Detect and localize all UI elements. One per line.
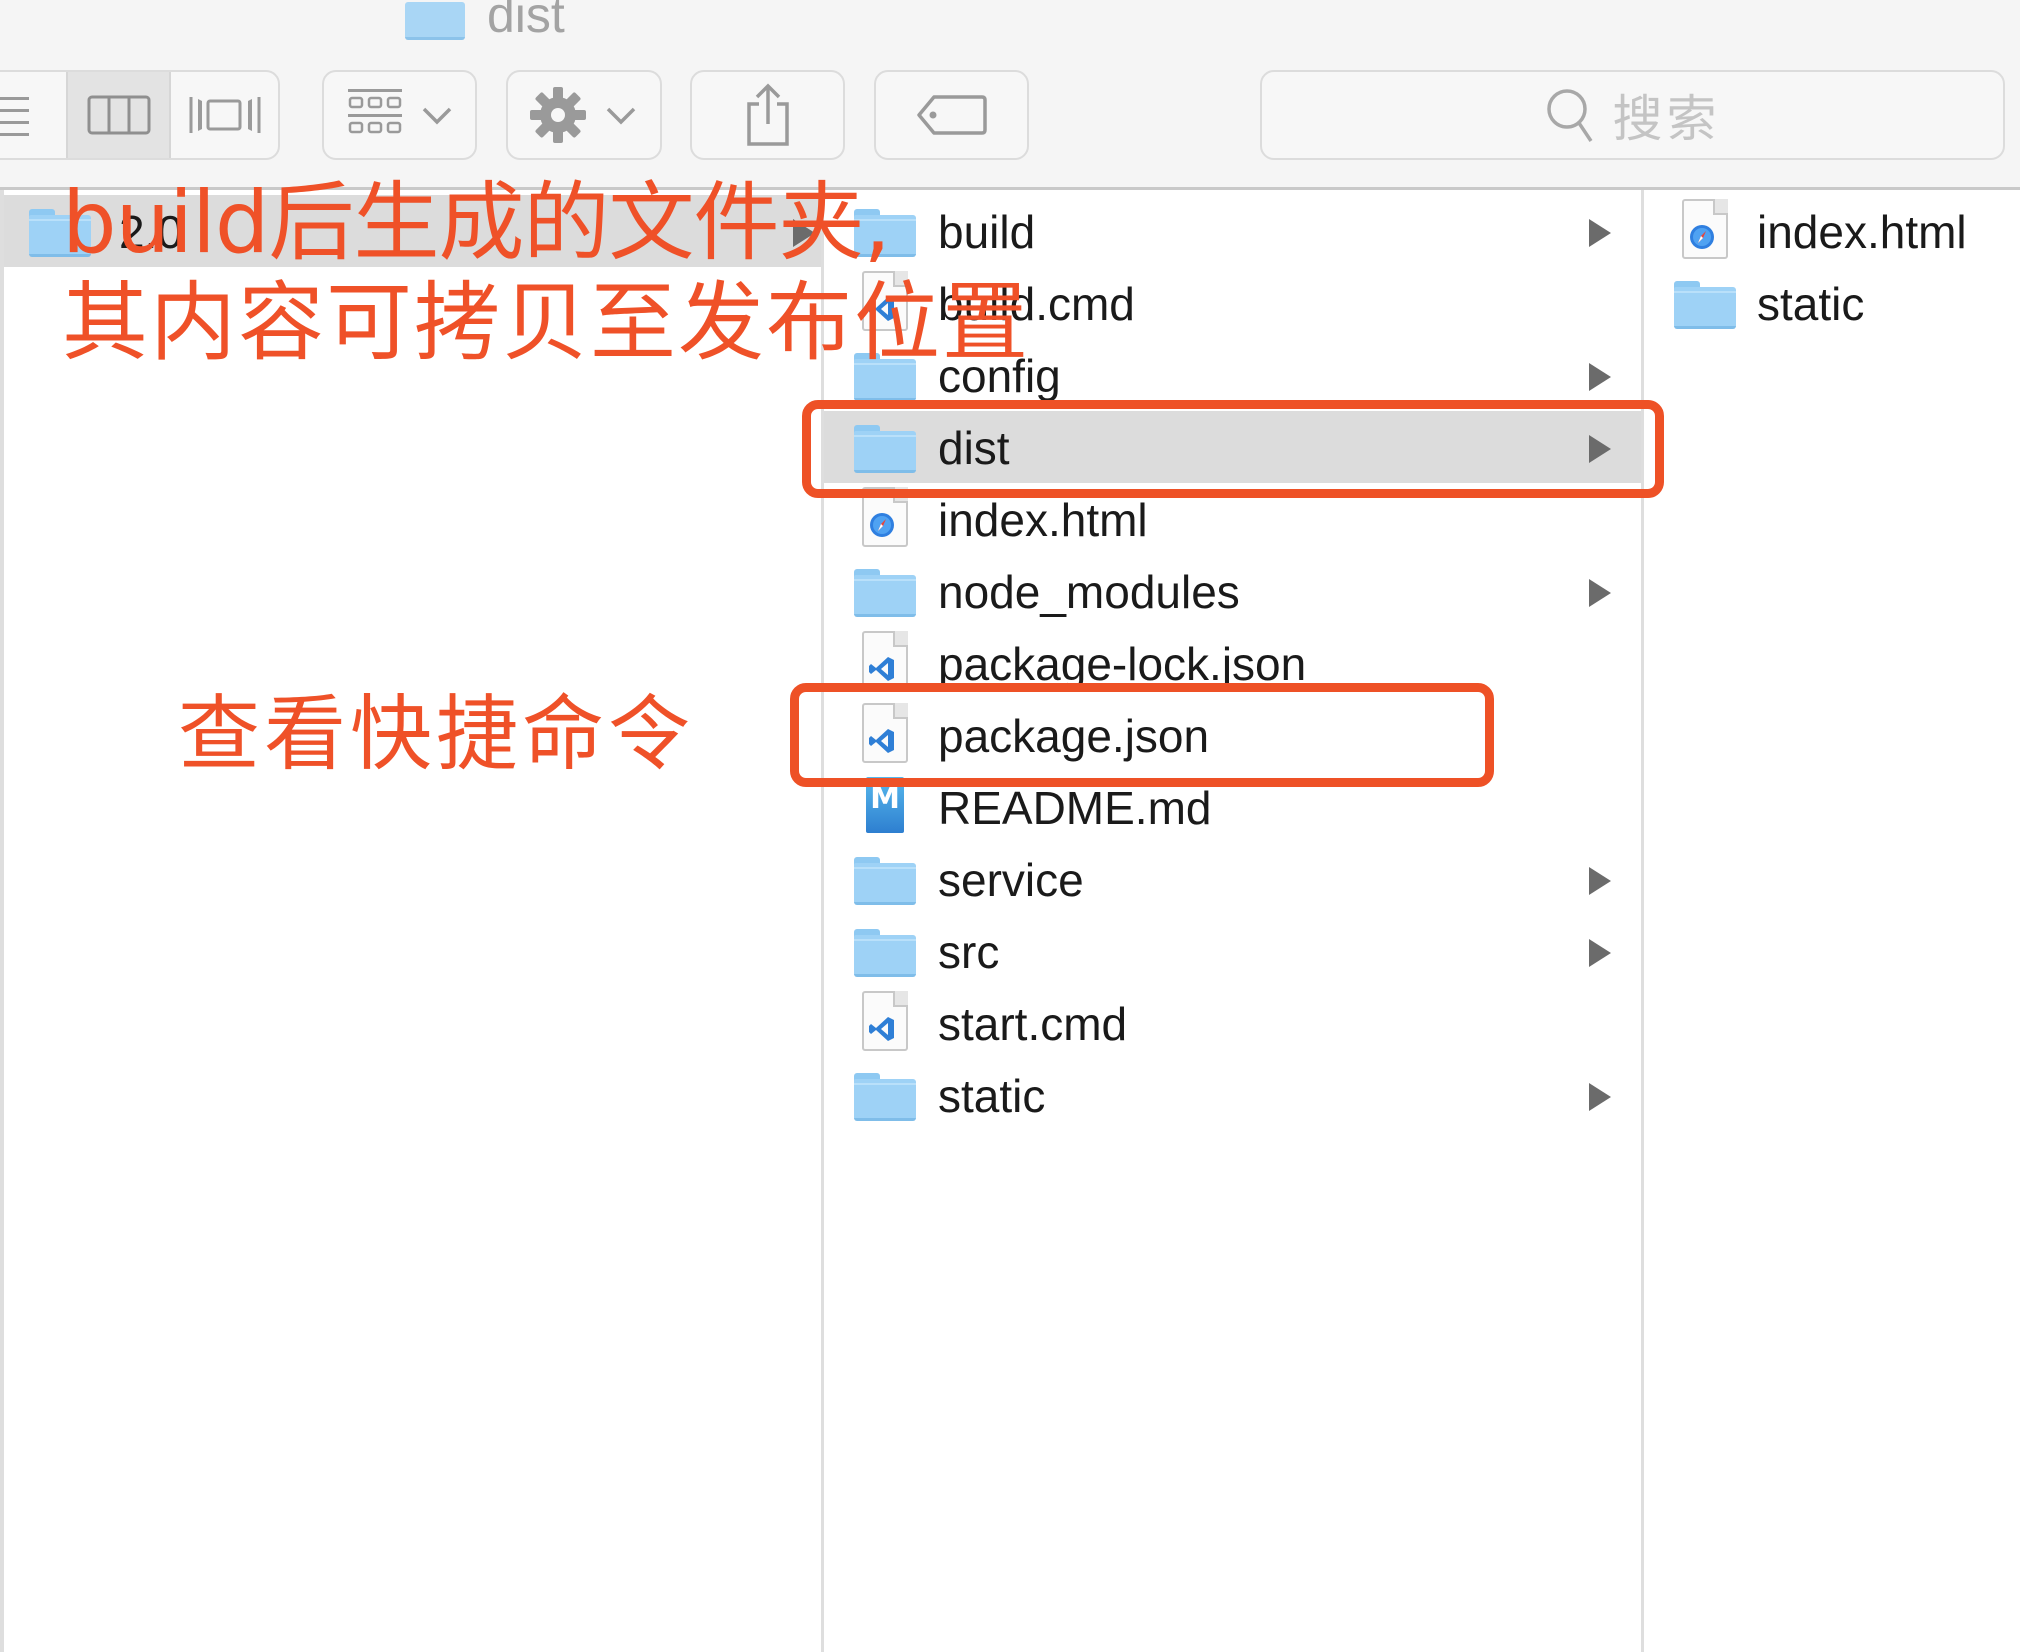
folder-row[interactable]: config xyxy=(824,339,1641,411)
search-field[interactable]: 搜索 xyxy=(1260,70,2005,160)
chevron-right-icon xyxy=(1589,363,1611,391)
file-row[interactable]: M README.md xyxy=(824,771,1641,843)
finder-toolbar: dist 搜索 xyxy=(0,0,2020,190)
column-view-icon xyxy=(87,95,151,135)
tag-icon xyxy=(916,95,987,135)
file-row[interactable]: start.cmd xyxy=(824,987,1641,1059)
folder-row[interactable]: static xyxy=(1644,267,2020,339)
item-name: build.cmd xyxy=(938,278,1135,330)
chevron-down-icon xyxy=(422,107,451,125)
item-name: static xyxy=(938,1070,1046,1122)
chevron-down-icon xyxy=(606,107,636,125)
folder-icon xyxy=(854,1069,916,1121)
item-name: static xyxy=(1757,278,1865,330)
folder-icon xyxy=(854,349,916,401)
folder-row[interactable]: node_modules xyxy=(824,555,1641,627)
view-mode-segmented-control xyxy=(0,70,280,160)
item-name: build xyxy=(938,206,1036,258)
vscode-file-icon xyxy=(854,631,916,691)
folder-icon xyxy=(29,205,91,257)
browser-column-2[interactable]: build build.cmd config dist index.html node_m… xyxy=(821,190,1641,1652)
folder-icon xyxy=(1674,277,1736,329)
folder-row[interactable]: build xyxy=(824,195,1641,267)
html-file-icon xyxy=(854,487,916,547)
gear-icon xyxy=(530,87,586,143)
cover-flow-icon xyxy=(189,97,261,133)
item-name: src xyxy=(938,926,1000,978)
folder-icon xyxy=(854,205,916,257)
folder-row[interactable]: dist xyxy=(824,411,1641,483)
file-row[interactable]: build.cmd xyxy=(824,267,1641,339)
folder-icon xyxy=(854,925,916,977)
search-icon xyxy=(1546,89,1592,142)
folder-icon xyxy=(854,421,916,473)
vscode-file-icon xyxy=(854,703,916,763)
item-name: 2.0 xyxy=(119,206,183,258)
folder-row[interactable]: static xyxy=(824,1059,1641,1131)
chevron-right-icon xyxy=(1589,939,1611,967)
arrange-button[interactable] xyxy=(322,70,477,160)
file-row[interactable]: index.html xyxy=(1644,195,2020,267)
item-name: config xyxy=(938,350,1061,402)
chevron-right-icon xyxy=(793,219,815,247)
html-file-icon xyxy=(1674,199,1736,259)
item-name: service xyxy=(938,854,1084,906)
vscode-file-icon xyxy=(854,991,916,1051)
item-name: start.cmd xyxy=(938,998,1128,1050)
folder-icon xyxy=(854,565,916,617)
folder-row[interactable]: 2.0 xyxy=(4,195,821,267)
item-name: package.json xyxy=(938,710,1210,762)
chevron-right-icon xyxy=(1589,435,1611,463)
markdown-file-icon: M xyxy=(854,777,916,833)
chevron-right-icon xyxy=(1589,579,1611,607)
chevron-right-icon xyxy=(1589,867,1611,895)
chevron-right-icon xyxy=(1589,1083,1611,1111)
item-name: README.md xyxy=(938,782,1212,834)
item-name: package-lock.json xyxy=(938,638,1307,690)
browser-column-1[interactable]: 2.0 xyxy=(0,190,821,1652)
folder-icon xyxy=(405,2,465,40)
share-icon xyxy=(746,83,789,146)
file-row[interactable]: package-lock.json xyxy=(824,627,1641,699)
window-title-text: dist xyxy=(487,0,565,43)
chevron-right-icon xyxy=(1589,219,1611,247)
folder-row[interactable]: service xyxy=(824,843,1641,915)
browser-column-3[interactable]: index.html static xyxy=(1641,190,2020,1652)
folder-row[interactable]: src xyxy=(824,915,1641,987)
folder-icon xyxy=(854,853,916,905)
list-view-icon xyxy=(0,97,29,136)
share-button[interactable] xyxy=(690,70,845,160)
file-row[interactable]: index.html xyxy=(824,483,1641,555)
column-view-button[interactable] xyxy=(65,72,172,158)
tags-button[interactable] xyxy=(874,70,1029,160)
item-name: index.html xyxy=(938,494,1148,546)
item-name: dist xyxy=(938,422,1010,474)
search-placeholder: 搜索 xyxy=(1612,91,1721,147)
cover-flow-view-button[interactable] xyxy=(171,72,278,158)
item-name: index.html xyxy=(1757,206,1967,258)
action-menu-button[interactable] xyxy=(506,70,662,160)
list-view-button[interactable] xyxy=(0,72,66,158)
item-name: node_modules xyxy=(938,566,1240,618)
vscode-file-icon xyxy=(854,271,916,331)
file-row[interactable]: package.json xyxy=(824,699,1641,771)
arrange-grid-icon xyxy=(347,89,402,134)
window-title: dist xyxy=(405,0,565,43)
